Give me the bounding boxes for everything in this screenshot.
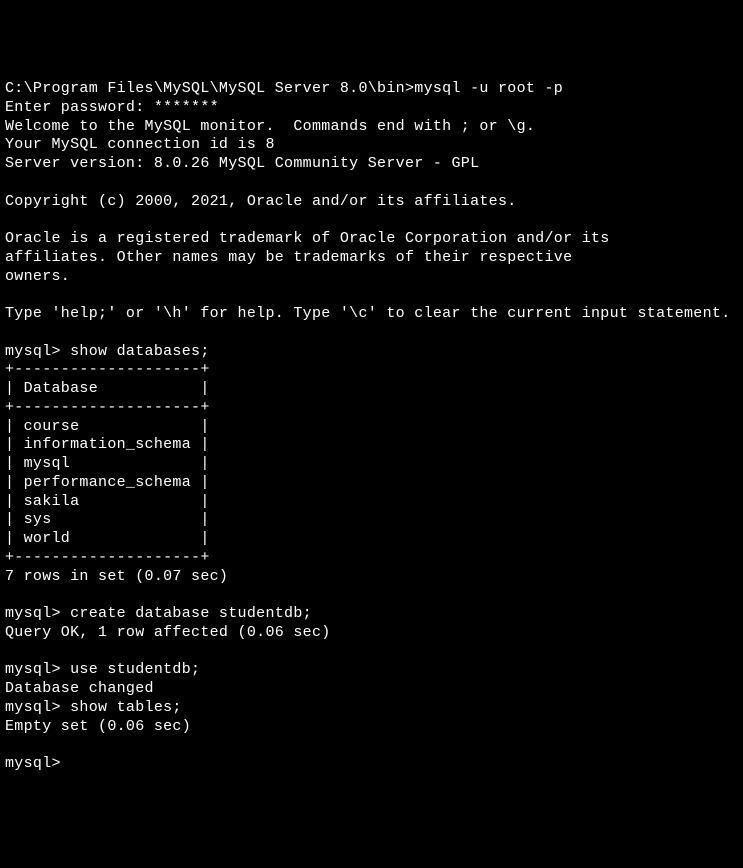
table-row: | course | xyxy=(5,418,210,435)
welcome-message: Welcome to the MySQL monitor. Commands e… xyxy=(5,118,535,135)
sql-command-use-db: mysql> use studentdb; xyxy=(5,661,200,678)
result-db-changed: Database changed xyxy=(5,680,154,697)
table-border-top: +--------------------+ xyxy=(5,361,210,378)
trademark-line2: affiliates. Other names may be trademark… xyxy=(5,249,572,266)
table-row: | mysql | xyxy=(5,455,210,472)
sql-command-show-tables: mysql> show tables; xyxy=(5,699,182,716)
result-query-ok: Query OK, 1 row affected (0.06 sec) xyxy=(5,624,331,641)
server-version: Server version: 8.0.26 MySQL Community S… xyxy=(5,155,479,172)
password-prompt: Enter password: ******* xyxy=(5,99,219,116)
sql-command-create-db: mysql> create database studentdb; xyxy=(5,605,312,622)
sql-command-show-databases: mysql> show databases; xyxy=(5,343,210,360)
table-row: | sakila | xyxy=(5,493,210,510)
copyright-notice: Copyright (c) 2000, 2021, Oracle and/or … xyxy=(5,193,517,210)
table-row: | sys | xyxy=(5,511,210,528)
table-row: | performance_schema | xyxy=(5,474,210,491)
table-border-mid: +--------------------+ xyxy=(5,399,210,416)
result-rows-count: 7 rows in set (0.07 sec) xyxy=(5,568,228,585)
table-row: | world | xyxy=(5,530,210,547)
trademark-line1: Oracle is a registered trademark of Orac… xyxy=(5,230,610,247)
help-hint: Type 'help;' or '\h' for help. Type '\c'… xyxy=(5,305,731,322)
terminal-output[interactable]: C:\Program Files\MySQL\MySQL Server 8.0\… xyxy=(5,80,738,774)
command-line: C:\Program Files\MySQL\MySQL Server 8.0\… xyxy=(5,80,563,97)
connection-id: Your MySQL connection id is 8 xyxy=(5,136,275,153)
result-empty-set: Empty set (0.06 sec) xyxy=(5,718,191,735)
trademark-line3: owners. xyxy=(5,268,70,285)
mysql-prompt[interactable]: mysql> xyxy=(5,755,61,772)
table-header: | Database | xyxy=(5,380,210,397)
table-row: | information_schema | xyxy=(5,436,210,453)
table-border-bottom: +--------------------+ xyxy=(5,549,210,566)
